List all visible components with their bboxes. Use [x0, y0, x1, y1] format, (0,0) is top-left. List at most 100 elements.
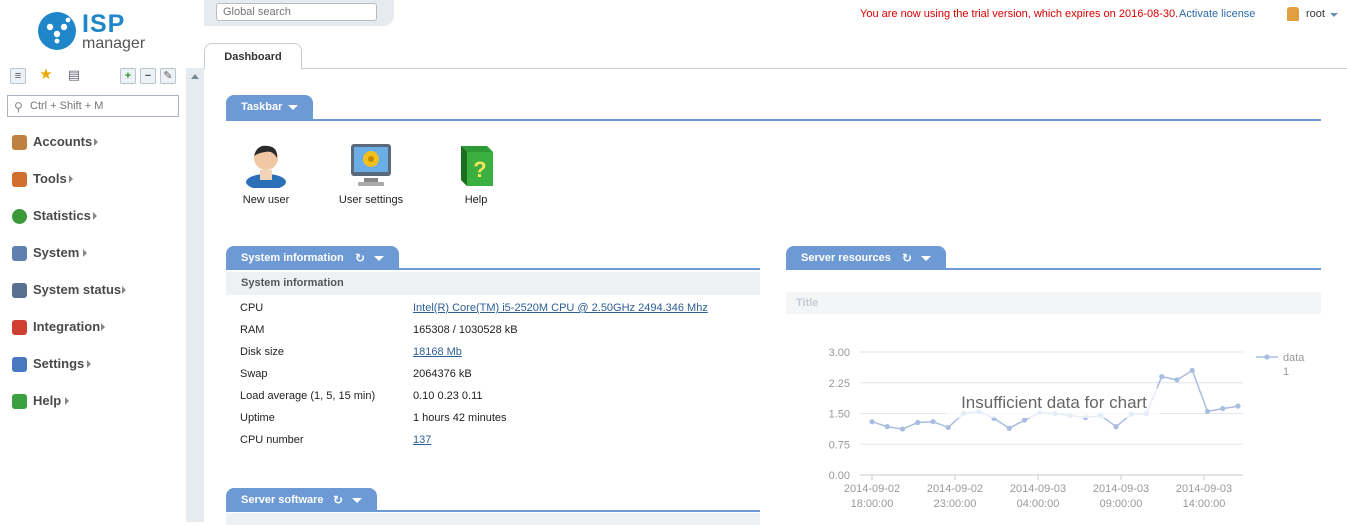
taskbar-header[interactable]: Taskbar	[226, 95, 313, 119]
x-tick-label: 2014-09-03	[1010, 483, 1066, 495]
nav-item-label: Settings	[33, 356, 85, 371]
activate-license-link[interactable]: Activate license	[1179, 8, 1255, 20]
task-user-settings[interactable]: User settings	[326, 142, 416, 206]
task-label: New user	[242, 194, 290, 206]
dropdown-arrow-icon[interactable]	[921, 256, 931, 261]
y-tick-label: 3.00	[829, 347, 850, 359]
global-search-input[interactable]	[216, 3, 377, 21]
chevron-down-icon	[1330, 13, 1338, 17]
row-key: CPU	[240, 302, 264, 314]
row-value-link[interactable]: Intel(R) Core(TM) i5-2520M CPU @ 2.50GHz…	[413, 302, 708, 314]
sidebar-collapse-bar[interactable]	[186, 68, 204, 522]
data-point	[869, 419, 875, 425]
x-tick-label: 04:00:00	[1017, 498, 1060, 510]
tools-icon	[12, 172, 27, 187]
row-value-link[interactable]: 18168 Mb	[413, 346, 462, 358]
tab-dashboard[interactable]: Dashboard	[204, 43, 302, 69]
x-tick-label: 2014-09-03	[1093, 483, 1149, 495]
refresh-icon[interactable]: ↻	[355, 251, 365, 265]
row-value: 2064376 kB	[413, 368, 472, 380]
x-tick-label: 2014-09-03	[1176, 483, 1232, 495]
table-row: Disk size 18168 Mb	[226, 341, 760, 363]
nav-search-input[interactable]	[30, 98, 170, 114]
table-row: Swap 2064376 kB	[226, 363, 760, 385]
chevron-right-icon	[101, 323, 105, 331]
server-software-header[interactable]: Server software ↻	[226, 488, 377, 512]
data-point	[915, 419, 921, 426]
row-key: RAM	[240, 324, 265, 336]
data-point	[1159, 374, 1165, 380]
task-new-user[interactable]: New user	[221, 142, 311, 206]
taskbar-title: Taskbar	[241, 101, 283, 113]
clipboard-icon[interactable]: ▤	[66, 68, 82, 84]
chevron-right-icon	[94, 138, 98, 146]
table-row: RAM 165308 / 1030528 kB	[226, 319, 760, 341]
dropdown-arrow-icon[interactable]	[288, 105, 298, 110]
server-software-rule	[226, 510, 760, 512]
server-resources-chart: 0.00 0.75 1.50 2.25 3.00 2014-09-02 18:00:00 20…	[829, 347, 1306, 510]
system-information-subheader: System information	[226, 272, 760, 295]
refresh-icon[interactable]: ↻	[333, 493, 343, 507]
nav-item-label: System status	[33, 282, 122, 297]
legend-sublabel: 1	[1283, 366, 1289, 378]
logo-mark-icon	[38, 12, 76, 50]
y-tick-label: 0.00	[829, 470, 850, 482]
x-tick-label: 2014-09-02	[844, 483, 900, 495]
y-tick-label: 2.25	[829, 378, 850, 390]
chart-title-bar: Title	[786, 292, 1321, 314]
insufficient-data-message: Insufficient data for chart	[961, 393, 1147, 412]
sidebar: ISP manager ≡ ★ ▤ + − ✎ ⚲ Accounts Tools…	[0, 0, 186, 522]
nav-item-label: Statistics	[33, 208, 91, 223]
row-key: Load average (1, 5, 15 min)	[240, 390, 376, 402]
new-user-icon	[243, 142, 289, 190]
y-tick-label: 1.50	[829, 409, 850, 421]
row-value: 0.10 0.23 0.11	[413, 390, 483, 402]
table-row: Uptime 1 hours 42 minutes	[226, 407, 760, 429]
chevron-right-icon	[93, 212, 97, 220]
dropdown-arrow-icon[interactable]	[352, 498, 362, 503]
task-help[interactable]: ? Help	[431, 142, 521, 206]
expand-all-icon[interactable]: +	[120, 68, 136, 84]
row-value-link[interactable]: 137	[413, 434, 431, 446]
row-key: Uptime	[240, 412, 275, 424]
nav-item-label: Integration	[33, 319, 101, 334]
system-information-title: System information	[241, 252, 344, 264]
dropdown-arrow-icon[interactable]	[374, 256, 384, 261]
collapse-all-icon[interactable]: −	[140, 68, 156, 84]
pin-icon[interactable]: ✎	[160, 68, 176, 84]
system-icon	[12, 246, 27, 261]
system-status-icon	[12, 283, 27, 298]
server-software-title: Server software	[241, 494, 324, 506]
row-key: CPU number	[240, 434, 304, 446]
data-point	[1189, 367, 1195, 374]
taskbar-rule	[226, 119, 1321, 121]
isp-manager-logo[interactable]: ISP manager	[38, 10, 158, 56]
row-value: 165308 / 1030528 kB	[413, 324, 518, 336]
user-avatar-icon	[1287, 7, 1299, 21]
system-information-header[interactable]: System information ↻	[226, 246, 399, 270]
data-point	[930, 419, 936, 425]
data-point	[1204, 408, 1211, 415]
nav-item-label: Tools	[33, 171, 67, 186]
favorites-star-icon[interactable]: ★	[38, 67, 54, 84]
nav-item-label: System	[33, 245, 80, 260]
logo-text-manager: manager	[82, 35, 146, 52]
nav-item-label: Accounts	[33, 134, 93, 149]
nav-search-field[interactable]: ⚲	[7, 95, 179, 117]
table-row: Load average (1, 5, 15 min) 0.10 0.23 0.1…	[226, 385, 760, 407]
x-tick-label: 2014-09-02	[927, 483, 983, 495]
data-point	[1006, 425, 1012, 431]
nav-item-label: Help	[33, 393, 62, 408]
user-settings-icon	[348, 142, 394, 188]
legend-label: data	[1283, 352, 1305, 364]
table-row: CPU number 137	[226, 429, 760, 451]
system-information-rule	[226, 268, 760, 270]
refresh-icon[interactable]: ↻	[902, 251, 912, 265]
tree-view-icon[interactable]: ≡	[10, 68, 26, 84]
collapse-arrow-icon[interactable]	[191, 74, 199, 79]
data-point	[1235, 403, 1241, 409]
server-resources-title: Server resources	[801, 252, 891, 264]
server-software-subheader	[226, 513, 760, 525]
server-resources-header[interactable]: Server resources ↻	[786, 246, 946, 270]
row-value: 1 hours 42 minutes	[413, 412, 507, 424]
